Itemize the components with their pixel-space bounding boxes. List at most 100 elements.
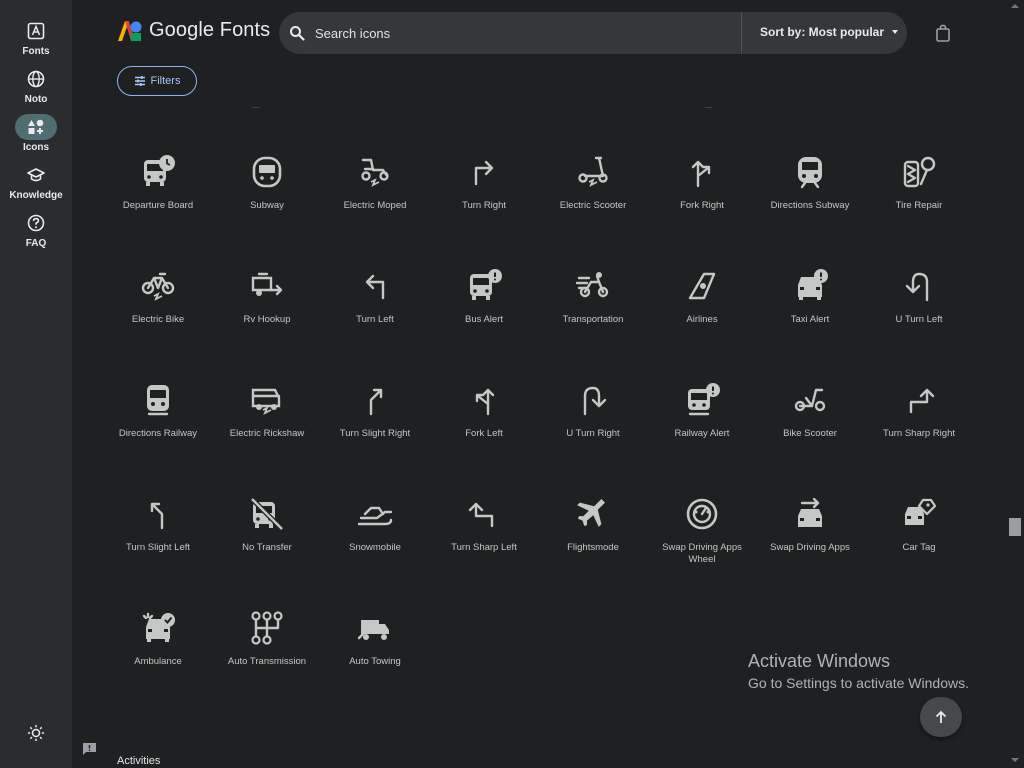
icon-card-turn-left[interactable]: Turn Left [321, 264, 429, 374]
icon-card-electric-scooter[interactable]: Electric Scooter [539, 150, 647, 260]
shopping-bag-icon[interactable] [935, 24, 951, 42]
bus-alert-icon [470, 269, 502, 300]
icon-card-fork-left[interactable]: Fork Left [430, 378, 538, 488]
icon-card-no-transfer[interactable]: No Transfer [213, 492, 321, 602]
icon-card-swap-driving-apps-wheel[interactable]: Swap Driving Apps Wheel [648, 492, 756, 602]
nav-item-faq[interactable]: FAQ [0, 210, 72, 249]
departure-board-icon [144, 155, 175, 186]
flightsmode-icon [577, 499, 605, 527]
icon-card-label: Turn Left [356, 314, 394, 325]
filters-label: Filters [150, 75, 181, 87]
icon-card-turn-right[interactable]: Turn Right [430, 150, 538, 260]
icon-card-electric-rickshaw[interactable]: Electric Rickshaw [213, 378, 321, 488]
scrollbar[interactable] [1006, 0, 1024, 768]
icon-card-turn-slight-right[interactable]: Turn Slight Right [321, 378, 429, 488]
icon-card-u-turn-right[interactable]: U Turn Right [539, 378, 647, 488]
icon-card-auto-transmission[interactable]: Auto Transmission [213, 606, 321, 716]
nav-item-fonts[interactable]: Fonts [0, 18, 72, 57]
tire-repair-icon [903, 156, 936, 188]
icon-card-label: Departure Board [122, 200, 194, 211]
theme-toggle-button[interactable] [24, 721, 48, 745]
icon-card-label: Directions Subway [770, 200, 850, 211]
icon-card-label: Snowmobile [349, 542, 401, 553]
icon-card-label: Railway Alert [674, 428, 730, 439]
icon-card-label: Turn Sharp Left [451, 542, 517, 553]
icon-card-u-turn-left[interactable]: U Turn Left [865, 264, 973, 374]
nav-label: Fonts [22, 46, 50, 57]
search-divider [741, 12, 742, 54]
icon-card-snowmobile[interactable]: Snowmobile [321, 492, 429, 602]
chevron-down-icon [892, 30, 898, 34]
taxi-alert-icon [798, 269, 828, 300]
transportation-icon [575, 272, 609, 298]
icon-card-turn-sharp-right[interactable]: Turn Sharp Right [865, 378, 973, 488]
icon-card-auto-towing[interactable]: Auto Towing [321, 606, 429, 716]
google-fonts-logo-icon [118, 20, 142, 41]
icon-card-transportation[interactable]: Transportation [539, 264, 647, 374]
icon-card-departure-board[interactable]: Departure Board [104, 150, 212, 260]
watermark-subtitle: Go to Settings to activate Windows. [748, 675, 969, 691]
fonts-icon [15, 18, 57, 44]
icon-card-label: No Transfer [242, 542, 292, 553]
brightness-icon [28, 725, 44, 741]
icon-card-label: Ambulance [134, 656, 182, 667]
icon-card-bike-scooter[interactable]: Bike Scooter [756, 378, 864, 488]
icon-card-airlines[interactable]: Airlines [648, 264, 756, 374]
scrollbar-thumb[interactable] [1009, 518, 1021, 536]
directions-subway-icon [798, 157, 822, 189]
icon-card-taxi-alert[interactable]: Taxi Alert [756, 264, 864, 374]
icon-card-label: Electric Moped [343, 200, 407, 211]
icon-card-bus-alert[interactable]: Bus Alert [430, 264, 538, 374]
nav-item-noto[interactable]: Noto [0, 66, 72, 105]
turn-slight-right-icon [369, 388, 383, 416]
icon-card-subway[interactable]: Subway [213, 150, 321, 260]
nav-item-knowledge[interactable]: Knowledge [0, 162, 72, 201]
icon-card-label: Turn Slight Right [339, 428, 411, 439]
icon-card-flightsmode[interactable]: Flightsmode [539, 492, 647, 602]
swap-driving-apps-wheel-icon [686, 498, 718, 530]
scroll-to-top-button[interactable] [920, 697, 962, 737]
icon-card-label: Turn Slight Left [125, 542, 191, 553]
icon-card-tire-repair[interactable]: Tire Repair [865, 150, 973, 260]
feedback-icon[interactable] [82, 742, 97, 756]
icon-card-swap-driving-apps[interactable]: Swap Driving Apps [756, 492, 864, 602]
auto-towing-icon [357, 620, 389, 640]
icon-card-turn-slight-left[interactable]: Turn Slight Left [104, 492, 212, 602]
watermark-title: Activate Windows [748, 651, 891, 671]
icon-card-railway-alert[interactable]: Railway Alert [648, 378, 756, 488]
nav-label: Knowledge [9, 190, 63, 201]
icon-card-turn-sharp-left[interactable]: Turn Sharp Left [430, 492, 538, 602]
shapes-icon [15, 114, 57, 140]
icon-card-directions-subway[interactable]: Directions Subway [756, 150, 864, 260]
filters-button[interactable]: Filters [117, 66, 197, 96]
sort-label: Sort by: Most popular [760, 25, 884, 39]
icon-card-rv-hookup[interactable]: Rv Hookup [213, 264, 321, 374]
icon-card-label: Flightsmode [567, 542, 619, 553]
icon-card-label: Electric Rickshaw [229, 428, 305, 439]
turn-slight-left-icon [150, 502, 164, 530]
section-heading-activities: Activities [117, 755, 161, 767]
no-transfer-icon [250, 497, 284, 531]
brand-name: Google Fonts [149, 19, 271, 41]
icon-card-label: Car Tag [902, 542, 936, 553]
scroll-up-arrow[interactable] [1011, 4, 1019, 8]
icon-card-label: Turn Sharp Right [883, 428, 955, 439]
u-turn-left-icon [905, 272, 929, 302]
icon-card-ambulance[interactable]: Ambulance [104, 606, 212, 716]
icon-card-car-tag[interactable]: Car Tag [865, 492, 973, 602]
icon-card-electric-bike[interactable]: Electric Bike [104, 264, 212, 374]
nav-item-icons[interactable]: Icons [0, 114, 72, 153]
icon-card-electric-moped[interactable]: Electric Moped [321, 150, 429, 260]
scroll-down-arrow[interactable] [1011, 758, 1019, 762]
search-input[interactable] [315, 25, 715, 41]
sort-dropdown[interactable]: Sort by: Most popular [760, 25, 898, 39]
nav-label: Noto [24, 94, 48, 105]
electric-rickshaw-icon [251, 388, 281, 415]
google-fonts-logo[interactable]: Google Fonts [117, 19, 270, 42]
activate-windows-watermark: Activate Windows Go to Settings to activ… [748, 651, 969, 691]
icon-card-directions-railway[interactable]: Directions Railway [104, 378, 212, 488]
icon-card-label: Electric Scooter [559, 200, 627, 211]
icon-card-fork-right[interactable]: Fork Right [648, 150, 756, 260]
graduation-cap-icon [15, 162, 57, 188]
turn-left-icon [365, 274, 385, 300]
